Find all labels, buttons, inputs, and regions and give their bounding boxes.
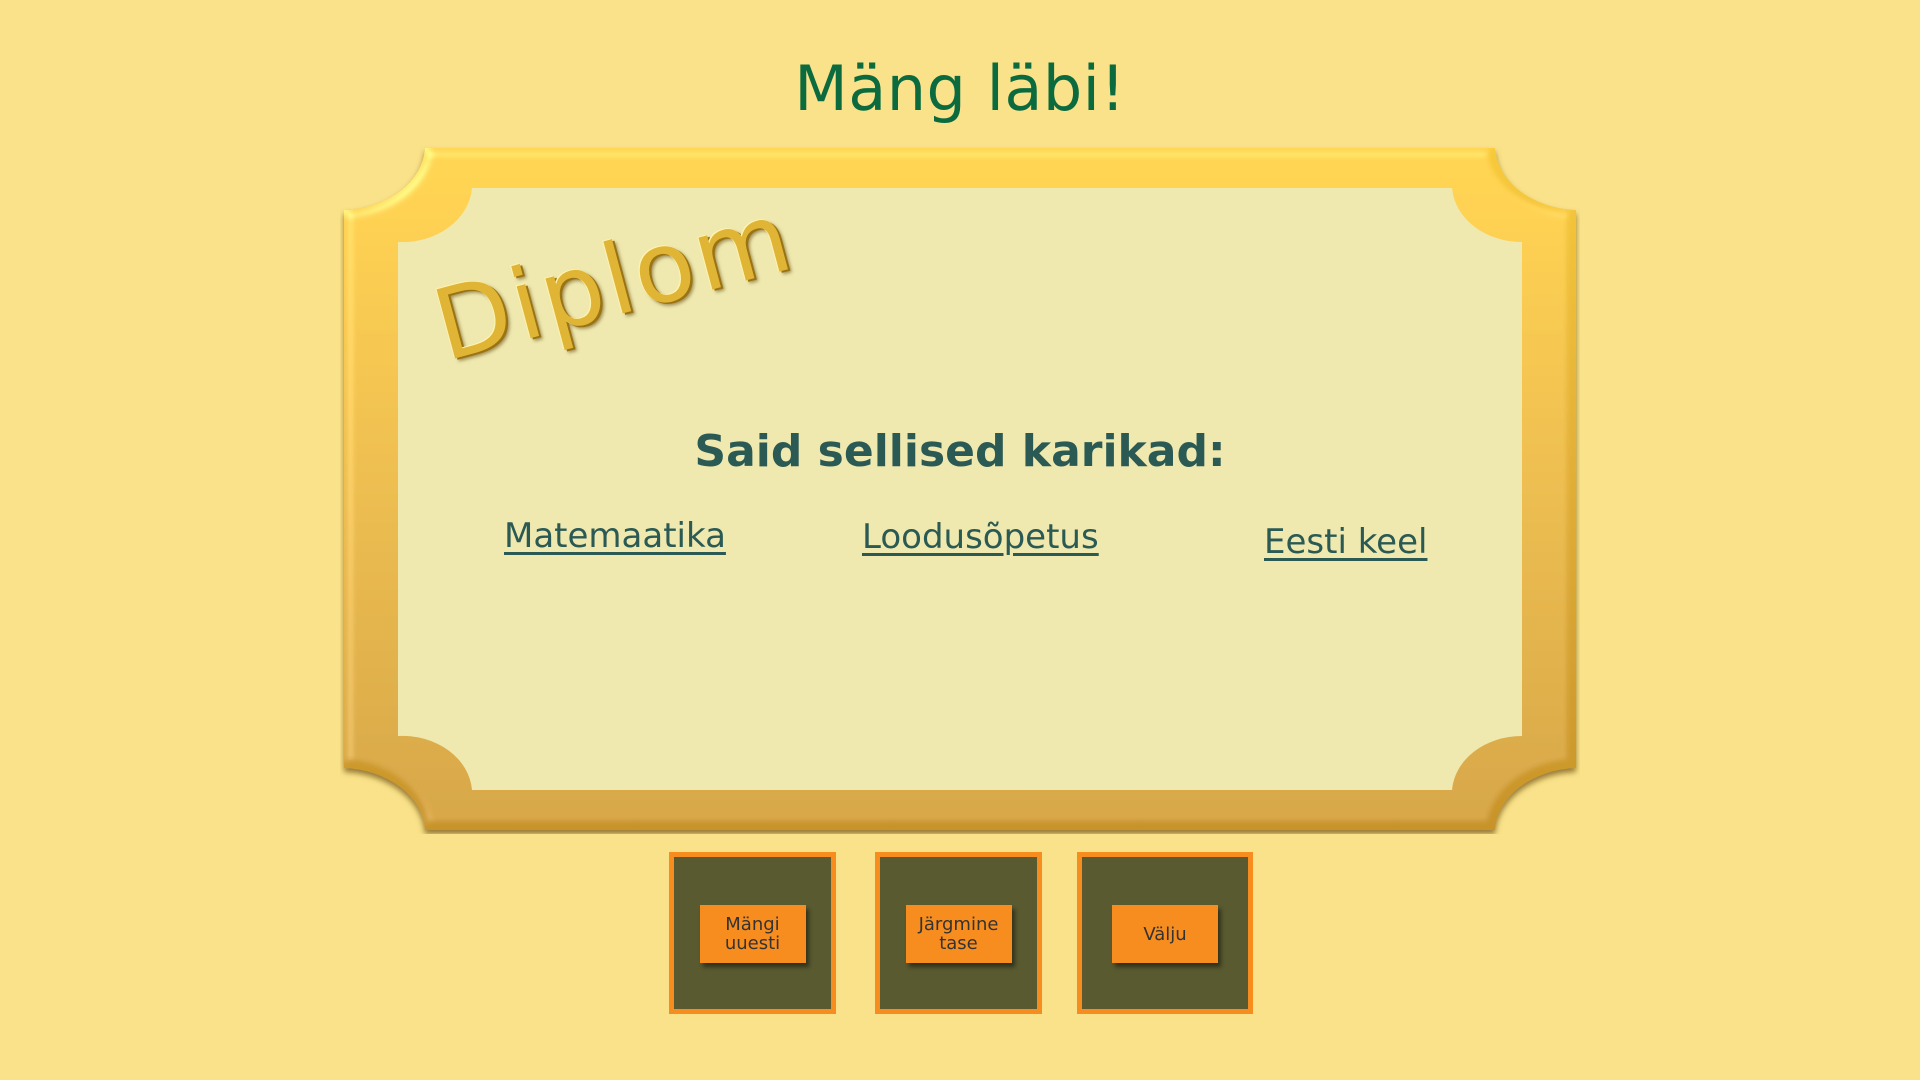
next-level-button[interactable]: Järgmine tase [905,905,1012,963]
page-title: Mäng läbi! [794,52,1126,125]
trophy-nature-studies: Loodusõpetus [862,517,1099,557]
trophy-estonian: Eesti keel [1264,522,1428,562]
trophies-subtitle: Said sellised karikad: [694,426,1226,477]
exit-button[interactable]: Välju [1112,905,1218,963]
trophy-mathematics: Matemaatika [504,516,726,556]
play-again-button[interactable]: Mängi uuesti [699,905,806,963]
exit-tile: Välju [1077,852,1253,1014]
play-again-tile: Mängi uuesti [669,852,836,1014]
next-level-tile: Järgmine tase [875,852,1042,1014]
